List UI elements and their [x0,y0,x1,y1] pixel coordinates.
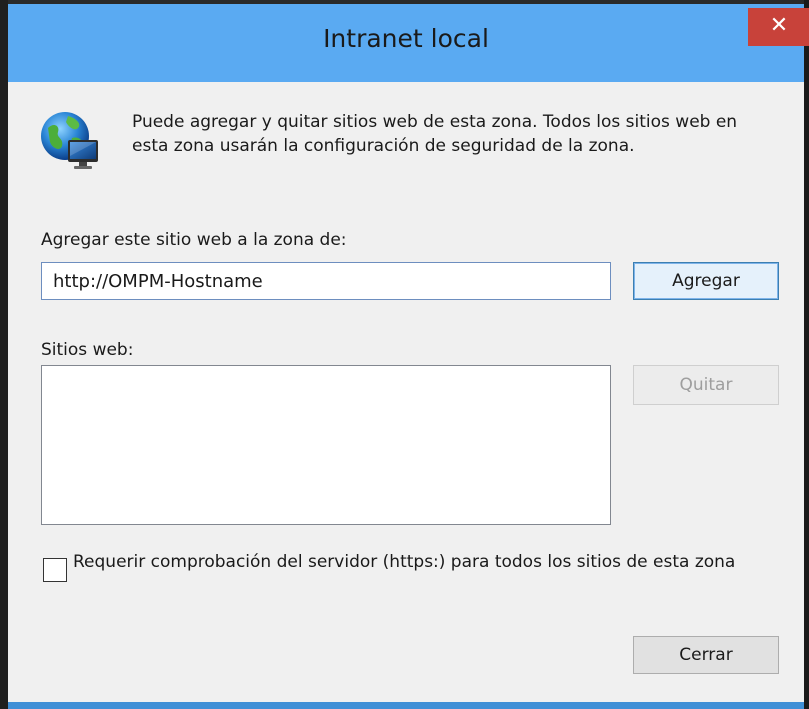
require-https-label[interactable]: Requerir comprobación del servidor (http… [73,550,753,574]
site-url-input[interactable] [41,262,611,300]
globe-network-icon [41,112,98,169]
dialog-window: Intranet local ✕ Puede agregar y quitar [0,0,809,709]
remove-button[interactable]: Quitar [633,365,779,405]
add-button[interactable]: Agregar [633,262,779,300]
close-button[interactable]: Cerrar [633,636,779,674]
close-icon: ✕ [769,13,789,38]
close-window-button[interactable]: ✕ [748,8,809,46]
window-frame-left [0,0,8,709]
require-https-checkbox[interactable] [43,558,67,582]
window-frame-right [804,0,809,709]
add-site-label: Agregar este sitio web a la zona de: [41,230,347,250]
websites-list[interactable] [41,365,611,525]
title-bar[interactable]: Intranet local ✕ [8,4,809,82]
window-title: Intranet local [323,24,489,53]
window-frame-bottom [8,702,804,709]
zone-description: Puede agregar y quitar sitios web de est… [132,112,738,156]
websites-label: Sitios web: [41,340,134,360]
